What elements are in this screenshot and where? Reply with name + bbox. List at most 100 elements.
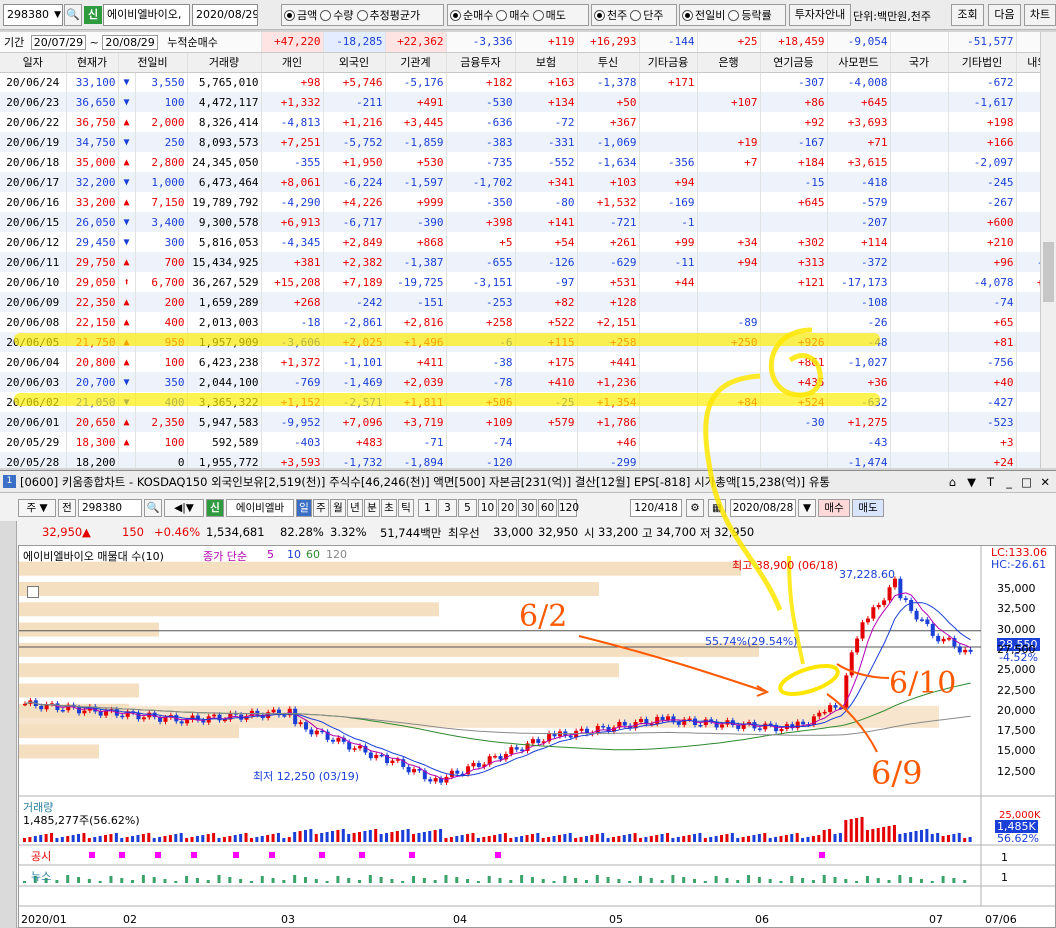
chevron-down-icon[interactable]: ▼ <box>54 5 61 25</box>
compare-radio[interactable]: 전일비 등락률 <box>679 4 786 26</box>
search-icon-chart[interactable]: 🔍 <box>144 499 162 517</box>
period-tab[interactable]: 주 <box>313 499 329 517</box>
help-icon[interactable]: T <box>987 471 994 493</box>
period-tab[interactable]: 분 <box>364 499 380 517</box>
column-header[interactable]: 거래량 <box>187 52 262 73</box>
column-header[interactable]: 일자 <box>0 52 67 73</box>
column-header[interactable]: 내외국인 <box>1016 52 1040 73</box>
interval-button[interactable]: 120 <box>558 499 579 517</box>
radio-avg-price[interactable]: 추정평균가 <box>356 7 420 23</box>
column-header[interactable]: 외국인 <box>323 52 386 73</box>
radio-change-rate[interactable]: 등락률 <box>728 7 772 23</box>
table-row[interactable]: 20/06/01 20,650 ▲ 2,350 5,947,583 -9,952 +7,09… <box>0 412 1040 432</box>
table-row[interactable]: 20/06/22 36,750 ▲ 2,000 8,326,414 -4,813 +1,21… <box>0 112 1040 132</box>
date-input[interactable]: 2020/08/29 <box>192 4 258 26</box>
table-row[interactable]: 20/06/11 29,750 ▲ 700 15,434,925 +381 +2,382 -1… <box>0 252 1040 272</box>
column-header[interactable]: 개인 <box>261 52 324 73</box>
period-tab[interactable]: 초 <box>381 499 397 517</box>
column-header[interactable]: 은행 <box>697 52 761 73</box>
unit-radio[interactable]: 천주 단주 <box>591 4 677 26</box>
interval-button[interactable]: 3 <box>438 499 457 517</box>
query-button[interactable]: 조회 <box>951 4 984 26</box>
table-row[interactable]: 20/06/16 33,200 ▲ 7,150 19,789,792 -4,290 +4,2… <box>0 192 1040 212</box>
radio-net-buy[interactable]: 순매수 <box>450 7 493 23</box>
grid-icon[interactable] <box>27 586 39 598</box>
amount-type-radio[interactable]: 금액 수량 추정평균가 <box>281 4 444 26</box>
column-header[interactable]: 금융투자 <box>446 52 516 73</box>
table-row[interactable]: 20/06/23 36,650 ▼ 100 4,472,117 +1,332 -211 +49… <box>0 92 1040 112</box>
left-tool-strip[interactable] <box>0 521 17 928</box>
radio-sell[interactable]: 매도 <box>532 7 566 23</box>
column-header[interactable]: 보험 <box>515 52 578 73</box>
buy-button[interactable]: 매수 <box>818 499 850 517</box>
radio-buy[interactable]: 매수 <box>496 7 530 23</box>
interval-button[interactable]: 5 <box>458 499 477 517</box>
interval-button[interactable]: 10 <box>478 499 497 517</box>
table-row[interactable]: 20/06/12 29,450 ▼ 300 5,816,053 -4,345 +2,849 +… <box>0 232 1040 252</box>
investor-guide-button[interactable]: 투자자안내 <box>789 4 851 26</box>
table-row[interactable]: 20/06/24 33,100 ▼ 3,550 5,765,010 +98 +5,746 -5… <box>0 72 1040 92</box>
table-row[interactable]: 20/06/03 20,700 ▼ 350 2,044,100 -769 -1,469 +2,… <box>0 372 1040 392</box>
chart-sound-icon[interactable]: ◀|▼ <box>164 499 204 517</box>
column-header[interactable]: 기관계 <box>385 52 447 73</box>
radio-prev-diff[interactable]: 전일비 <box>682 7 725 23</box>
period-tab[interactable]: 월 <box>330 499 346 517</box>
interval-button[interactable]: 30 <box>518 499 537 517</box>
table-row[interactable]: 20/06/08 22,150 ▲ 400 2,013,003 -18 -2,861 +2,8… <box>0 312 1040 332</box>
table-row[interactable]: 20/06/15 26,050 ▼ 3,400 9,300,578 +6,913 -6,71… <box>0 212 1040 232</box>
column-header[interactable]: 기타금융 <box>639 52 698 73</box>
radio-quantity[interactable]: 수량 <box>320 7 354 23</box>
chart-type-select[interactable]: 주 ▼ <box>18 499 56 517</box>
close-icon[interactable]: ✕ <box>1040 471 1050 493</box>
table-row[interactable]: 20/06/04 20,800 ▲ 100 6,423,238 +1,372 -1,101 +… <box>0 352 1040 372</box>
maximize-icon[interactable]: □ <box>1021 471 1032 493</box>
stock-name-field[interactable]: 에이비엘바이오, <box>103 4 190 26</box>
radio-thousand-shares[interactable]: 천주 <box>594 7 627 23</box>
table-row[interactable]: 20/06/19 34,750 ▼ 250 8,093,573 +7,251 -5,752-… <box>0 132 1040 152</box>
column-header[interactable]: 기타법인 <box>948 52 1017 73</box>
period-to-input[interactable]: 20/08/29 <box>102 34 158 50</box>
chart-stock-name[interactable]: 에이비엘바 <box>226 499 294 517</box>
column-header[interactable]: 투신 <box>577 52 640 73</box>
radio-single-shares[interactable]: 단주 <box>630 7 664 23</box>
table-row[interactable]: 20/06/09 22,350 ▲ 200 1,659,289 +268 -242 -151-… <box>0 292 1040 312</box>
candle <box>163 717 168 722</box>
period-from-input[interactable]: 20/07/29 <box>30 34 87 50</box>
column-header[interactable]: 연기금등 <box>760 52 828 73</box>
calendar-dropdown-icon[interactable]: ▼ <box>798 499 816 517</box>
period-tab[interactable]: 일 <box>296 499 312 517</box>
settings-icon[interactable]: ▼ <box>967 471 976 493</box>
bar-count-field[interactable]: 120/418 <box>630 499 682 517</box>
minimize-icon[interactable]: _ <box>1006 471 1012 493</box>
column-header[interactable]: 현재가 <box>66 52 119 73</box>
table-row[interactable]: 20/05/29 18,300 ▲ 100 592,589 -403 +483 -71 -74 +… <box>0 432 1040 452</box>
chart-button[interactable]: 차트 <box>1024 4 1056 26</box>
prev-icon[interactable]: 전 <box>58 499 76 517</box>
sell-button[interactable]: 매도 <box>852 499 884 517</box>
calendar-icon[interactable]: ▦ <box>708 499 726 517</box>
table-scrollbar[interactable] <box>1040 32 1056 468</box>
column-header[interactable]: 국가 <box>890 52 949 73</box>
interval-button[interactable]: 20 <box>498 499 517 517</box>
trade-type-radio[interactable]: 순매수 매수 매도 <box>447 4 589 26</box>
pin-icon[interactable]: ⌂ <box>949 471 956 493</box>
gear-icon[interactable]: ⚙ <box>686 499 704 517</box>
chart-date-input[interactable]: 2020/08/28 <box>730 499 796 517</box>
chart-code-input[interactable]: 298380 <box>78 499 142 517</box>
table-row[interactable]: 20/05/28 18,200 0 1,955,772 +3,593 -1,732 -1,8… <box>0 452 1040 468</box>
radio-amount[interactable]: 금액 <box>284 7 317 23</box>
period-tab[interactable]: 틱 <box>398 499 414 517</box>
volume-bar <box>855 818 859 842</box>
table-row[interactable]: 20/06/10 29,050 ⬆ 6,700 36,267,529 +15,208 +7,… <box>0 272 1040 292</box>
interval-button[interactable]: 60 <box>538 499 557 517</box>
interval-button[interactable]: 1 <box>418 499 437 517</box>
next-button[interactable]: 다음 <box>988 4 1021 26</box>
period-tab[interactable]: 년 <box>347 499 363 517</box>
scrollbar-thumb[interactable] <box>1043 242 1054 302</box>
search-icon[interactable]: 🔍 <box>64 4 82 26</box>
column-header[interactable]: 전일비 <box>118 52 188 73</box>
table-row[interactable]: 20/06/18 35,000 ▲ 2,800 24,345,050 -355 +1,950… <box>0 152 1040 172</box>
table-row[interactable]: 20/06/17 32,200 ▼ 1,000 6,473,464 +8,061 -6,22… <box>0 172 1040 192</box>
stock-code-input[interactable]: 298380 ▼ <box>3 4 63 26</box>
column-header[interactable]: 사모펀드 <box>827 52 891 73</box>
